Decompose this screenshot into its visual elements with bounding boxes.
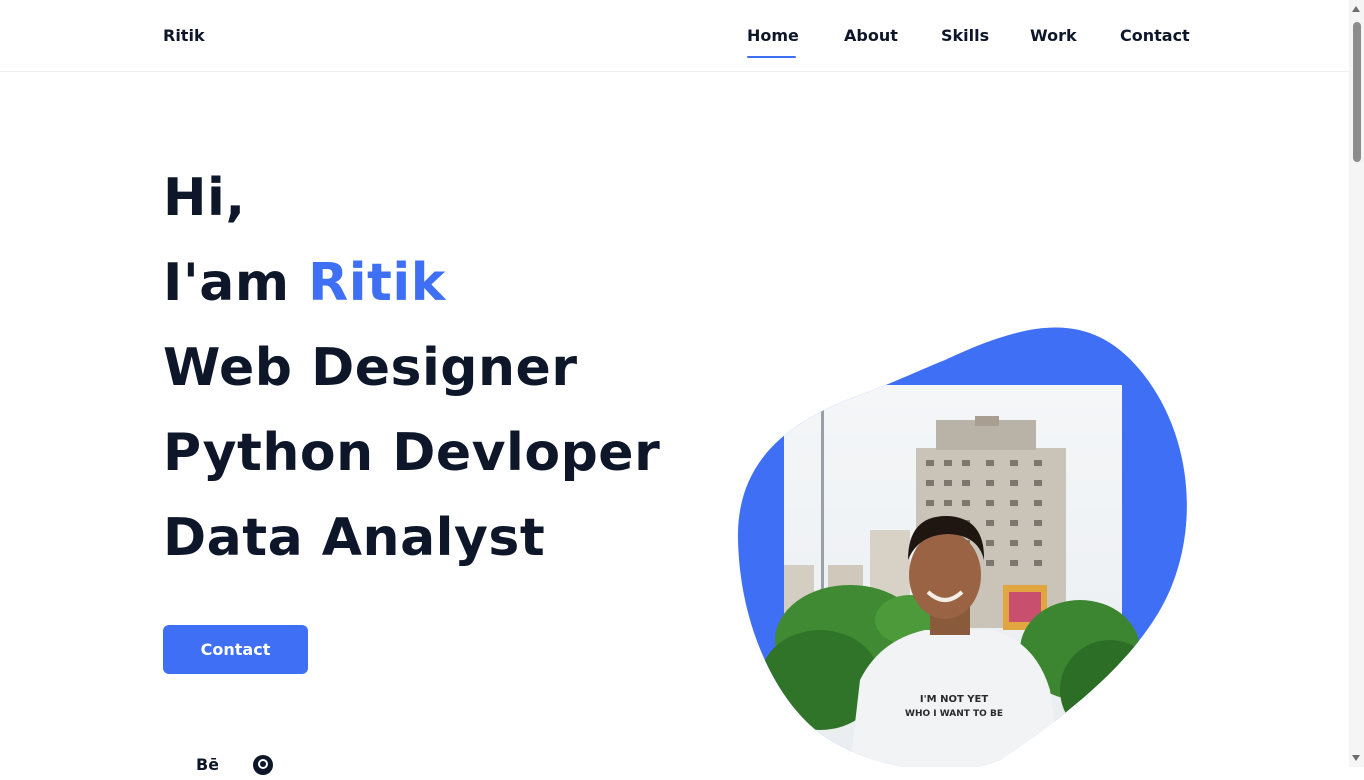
shirt-text-line1: I'M NOT YET	[920, 694, 988, 705]
behance-icon[interactable]: Bē	[196, 754, 219, 774]
nav-home[interactable]: Home	[747, 26, 799, 45]
hero-role-1: Web Designer	[163, 338, 578, 398]
nav-active-indicator	[747, 56, 796, 58]
nav-skills[interactable]: Skills	[941, 26, 989, 45]
hero-intro-prefix: I'am	[163, 253, 309, 313]
hero-role-2: Python Devloper	[163, 423, 661, 483]
shirt-text-line2: WHO I WANT TO BE	[905, 709, 1003, 719]
social-links: Bē	[190, 754, 290, 775]
hero-greeting: Hi,	[163, 168, 246, 228]
main-nav: Home About Skills Work Contact	[0, 26, 1349, 66]
hero-intro: I'am Ritik	[163, 253, 446, 313]
svg-text:Bē: Bē	[196, 755, 218, 770]
nav-work[interactable]: Work	[1030, 26, 1077, 45]
scroll-up-icon[interactable]	[1352, 6, 1360, 12]
hero-role-3: Data Analyst	[163, 508, 546, 568]
hero-name: Ritik	[308, 253, 446, 313]
hero-image-blob: I'M NOT YET WHO I WANT TO BE	[730, 320, 1200, 771]
hero-contact-button[interactable]: Contact	[163, 625, 308, 674]
nav-about[interactable]: About	[844, 26, 898, 45]
site-header: Ritik Home About Skills Work Contact	[0, 0, 1349, 72]
page-scrollbar[interactable]	[1349, 0, 1364, 767]
scroll-thumb[interactable]	[1353, 22, 1361, 162]
nav-contact[interactable]: Contact	[1120, 26, 1190, 45]
github-icon[interactable]	[252, 754, 274, 780]
profile-photo: I'M NOT YET WHO I WANT TO BE	[737, 327, 1187, 771]
scroll-down-icon[interactable]	[1352, 755, 1360, 761]
